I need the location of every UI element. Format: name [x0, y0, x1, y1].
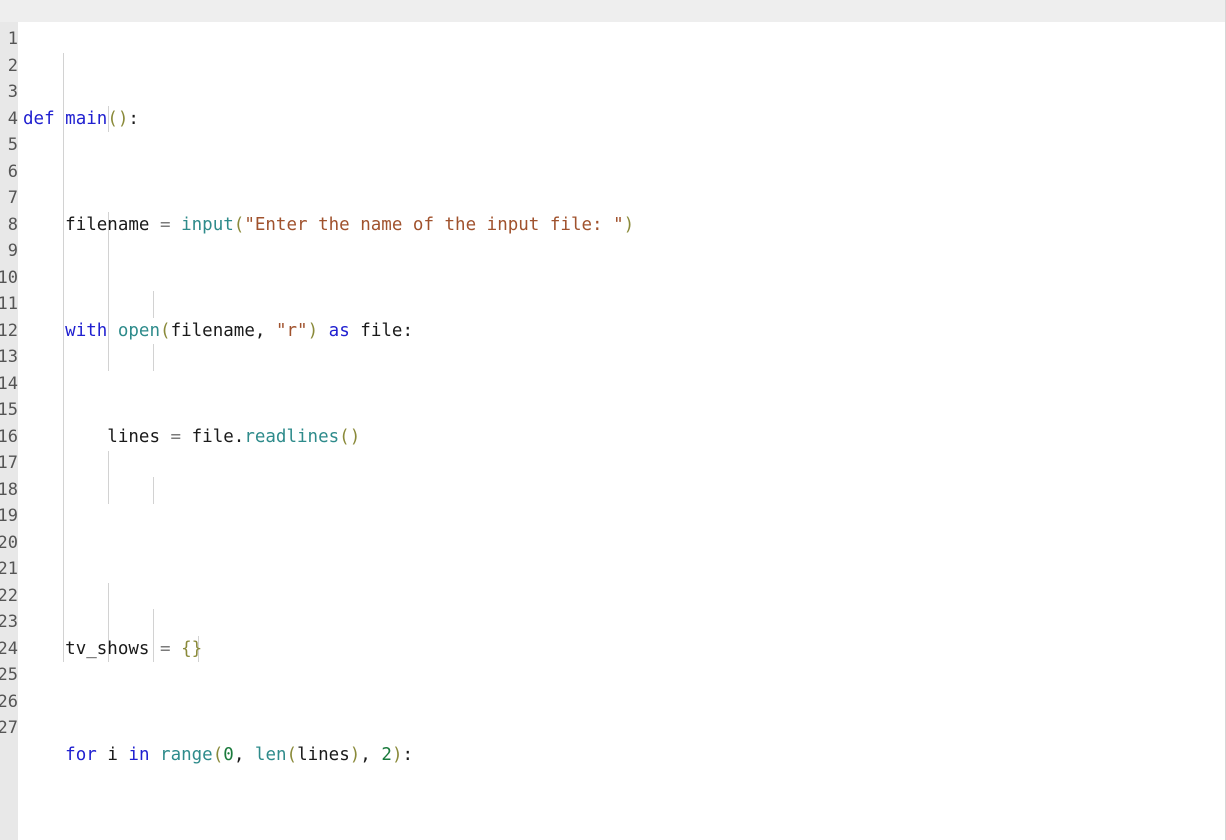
code-line-5[interactable] [18, 530, 1225, 557]
line-numbers: 1 2 3 4 5 6 7 8 9 10 11 12 13 14 15 16 1… [0, 29, 18, 738]
line-number-gutter[interactable]: 1 2 3 4 5 6 7 8 9 10 11 12 13 14 15 16 1… [0, 22, 18, 840]
code-line-2[interactable]: filename = input("Enter the name of the … [18, 212, 1225, 239]
code-content-area[interactable]: def main(): filename = input("Enter the … [18, 22, 1225, 840]
code-line-3[interactable]: with open(filename, "r") as file: [18, 318, 1225, 345]
code-line-1[interactable]: def main(): [18, 106, 1225, 133]
code-line-7[interactable]: for i in range(0, len(lines), 2): [18, 742, 1225, 769]
editor-top-strip [0, 0, 1225, 22]
code-line-4[interactable]: lines = file.readlines() [18, 424, 1225, 451]
code-lines[interactable]: def main(): filename = input("Enter the … [18, 22, 1225, 840]
code-editor-window: 1 2 3 4 5 6 7 8 9 10 11 12 13 14 15 16 1… [0, 0, 1226, 840]
code-line-6[interactable]: tv_shows = {} [18, 636, 1225, 663]
